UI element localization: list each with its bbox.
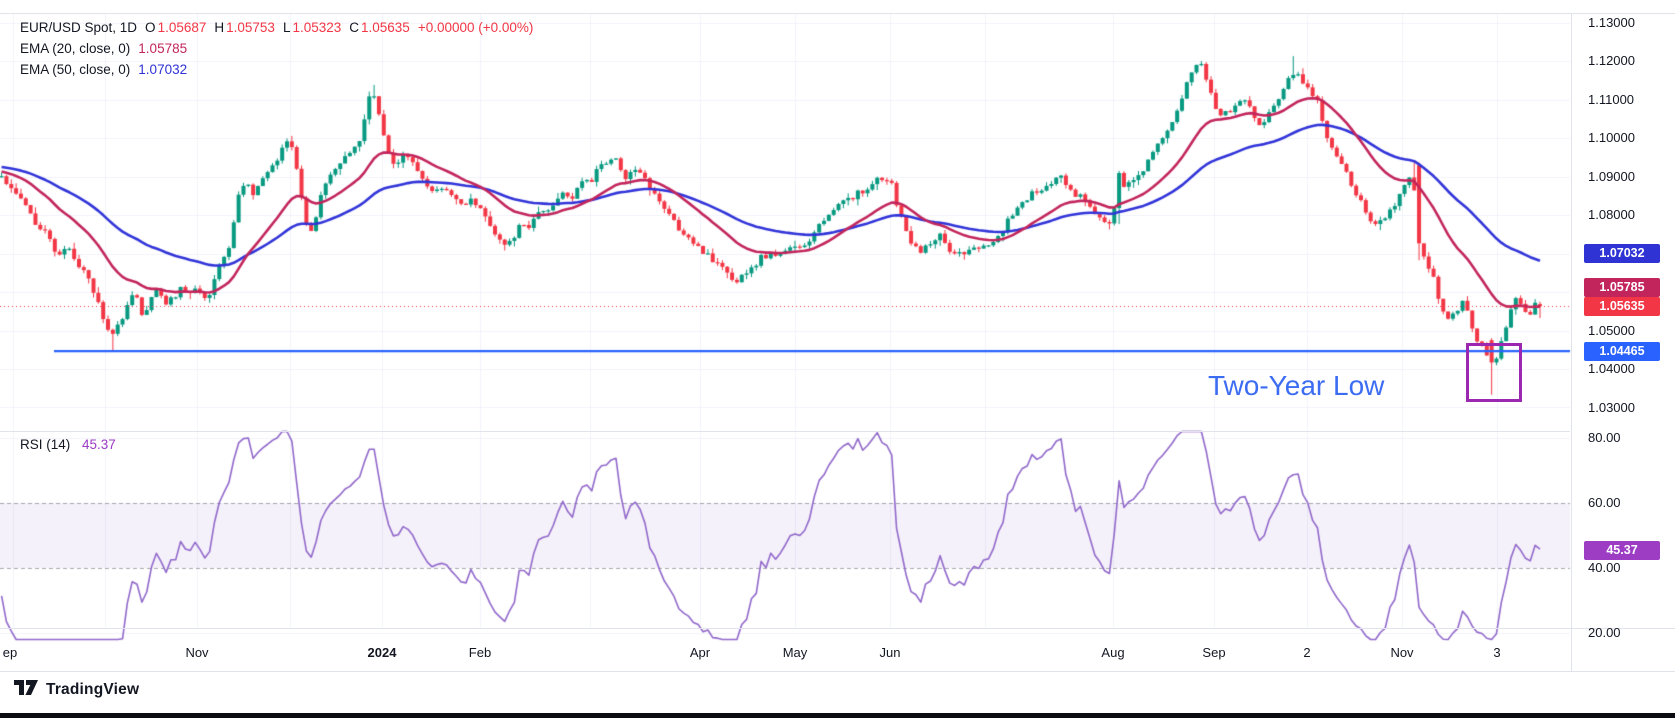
- time-axis-label: Nov: [185, 645, 208, 660]
- tradingview-chart-widget: EUR/USD Spot, 1D O 1.05687 H 1.05753 L 1…: [0, 0, 1675, 718]
- axis-tick-label: 1.08000: [1588, 207, 1635, 222]
- time-axis-label: Aug: [1101, 645, 1124, 660]
- rsi-legend-row[interactable]: RSI (14) 45.37: [20, 437, 124, 452]
- widget-bottom-border: [0, 671, 1675, 672]
- axis-tick-label: 1.12000: [1588, 53, 1635, 68]
- axis-tick-label: 80.00: [1588, 430, 1621, 445]
- tradingview-wordmark: TradingView: [46, 681, 139, 699]
- time-axis-label: 2024: [368, 645, 397, 660]
- axis-tick-label: 40.00: [1588, 560, 1621, 575]
- time-axis-label: Sep: [1202, 645, 1225, 660]
- time-axis-label: 2: [1303, 645, 1310, 660]
- widget-top-border: [0, 13, 1675, 14]
- time-axis-label: Nov: [1390, 645, 1413, 660]
- bottom-bar: [0, 713, 1675, 718]
- time-axis-label: 3: [1493, 645, 1500, 660]
- ohlc-high-key: H: [214, 20, 224, 35]
- chart-canvas[interactable]: [0, 0, 1675, 718]
- time-axis[interactable]: ep Nov 2024 Feb Apr May Jun Aug Sep 2 Nov 3: [0, 628, 1570, 671]
- ohlc-low-value: 1.05323: [292, 20, 341, 35]
- legend-symbol-row[interactable]: EUR/USD Spot, 1D O 1.05687 H 1.05753 L 1…: [20, 17, 541, 38]
- ohlc-low-key: L: [283, 20, 291, 35]
- axis-tick-label: 1.04000: [1588, 361, 1635, 376]
- axis-tick-label: 1.11000: [1588, 92, 1634, 107]
- legend-ema50-row[interactable]: EMA (50, close, 0) 1.07032: [20, 59, 541, 80]
- legend: EUR/USD Spot, 1D O 1.05687 H 1.05753 L 1…: [20, 17, 541, 80]
- time-axis-label: ep: [3, 645, 17, 660]
- panel-separator[interactable]: [0, 431, 1570, 432]
- two-year-low-annotation[interactable]: Two-Year Low: [1208, 370, 1384, 402]
- axis-tick-label: 1.13000: [1588, 15, 1635, 30]
- price-badge: 1.05785: [1584, 278, 1660, 297]
- ema50-value: 1.07032: [138, 62, 187, 77]
- rsi-label: RSI (14): [20, 437, 70, 452]
- time-axis-label: Apr: [690, 645, 710, 660]
- axis-tick-label: 1.05000: [1588, 323, 1635, 338]
- change-value: +0.00000 (+0.00%): [418, 20, 534, 35]
- two-year-low-box[interactable]: [1466, 343, 1522, 402]
- time-axis-label: Feb: [469, 645, 491, 660]
- axis-tick-label: 20.00: [1588, 625, 1621, 640]
- axis-tick-label: 60.00: [1588, 495, 1621, 510]
- ohlc-high-value: 1.05753: [226, 20, 275, 35]
- time-axis-label: Jun: [880, 645, 901, 660]
- ema50-label: EMA (50, close, 0): [20, 62, 130, 77]
- rsi-value: 45.37: [82, 437, 116, 452]
- tradingview-logo-icon: [14, 680, 39, 700]
- ohlc-open-value: 1.05687: [158, 20, 207, 35]
- tradingview-attribution[interactable]: TradingView: [14, 680, 139, 700]
- legend-ema20-row[interactable]: EMA (20, close, 0) 1.05785: [20, 38, 541, 59]
- price-badge: 45.37: [1584, 541, 1660, 560]
- ema20-label: EMA (20, close, 0): [20, 41, 130, 56]
- axis-tick-label: 1.10000: [1588, 130, 1635, 145]
- axis-tick-label: 1.09000: [1588, 169, 1635, 184]
- price-axis[interactable]: 1.13000 1.12000 1.11000 1.10000 1.09000 1.080…: [1572, 0, 1675, 671]
- axis-tick-label: 1.03000: [1588, 400, 1635, 415]
- ohlc-close-key: C: [349, 20, 359, 35]
- ohlc-close-value: 1.05635: [361, 20, 410, 35]
- symbol-title: EUR/USD Spot, 1D: [20, 20, 137, 35]
- price-badge: 1.07032: [1584, 244, 1660, 263]
- ohlc-open-key: O: [145, 20, 156, 35]
- price-badge: 1.04465: [1584, 342, 1660, 361]
- time-axis-label: May: [783, 645, 808, 660]
- ema20-value: 1.05785: [138, 41, 187, 56]
- price-badge: 1.05635: [1584, 297, 1660, 316]
